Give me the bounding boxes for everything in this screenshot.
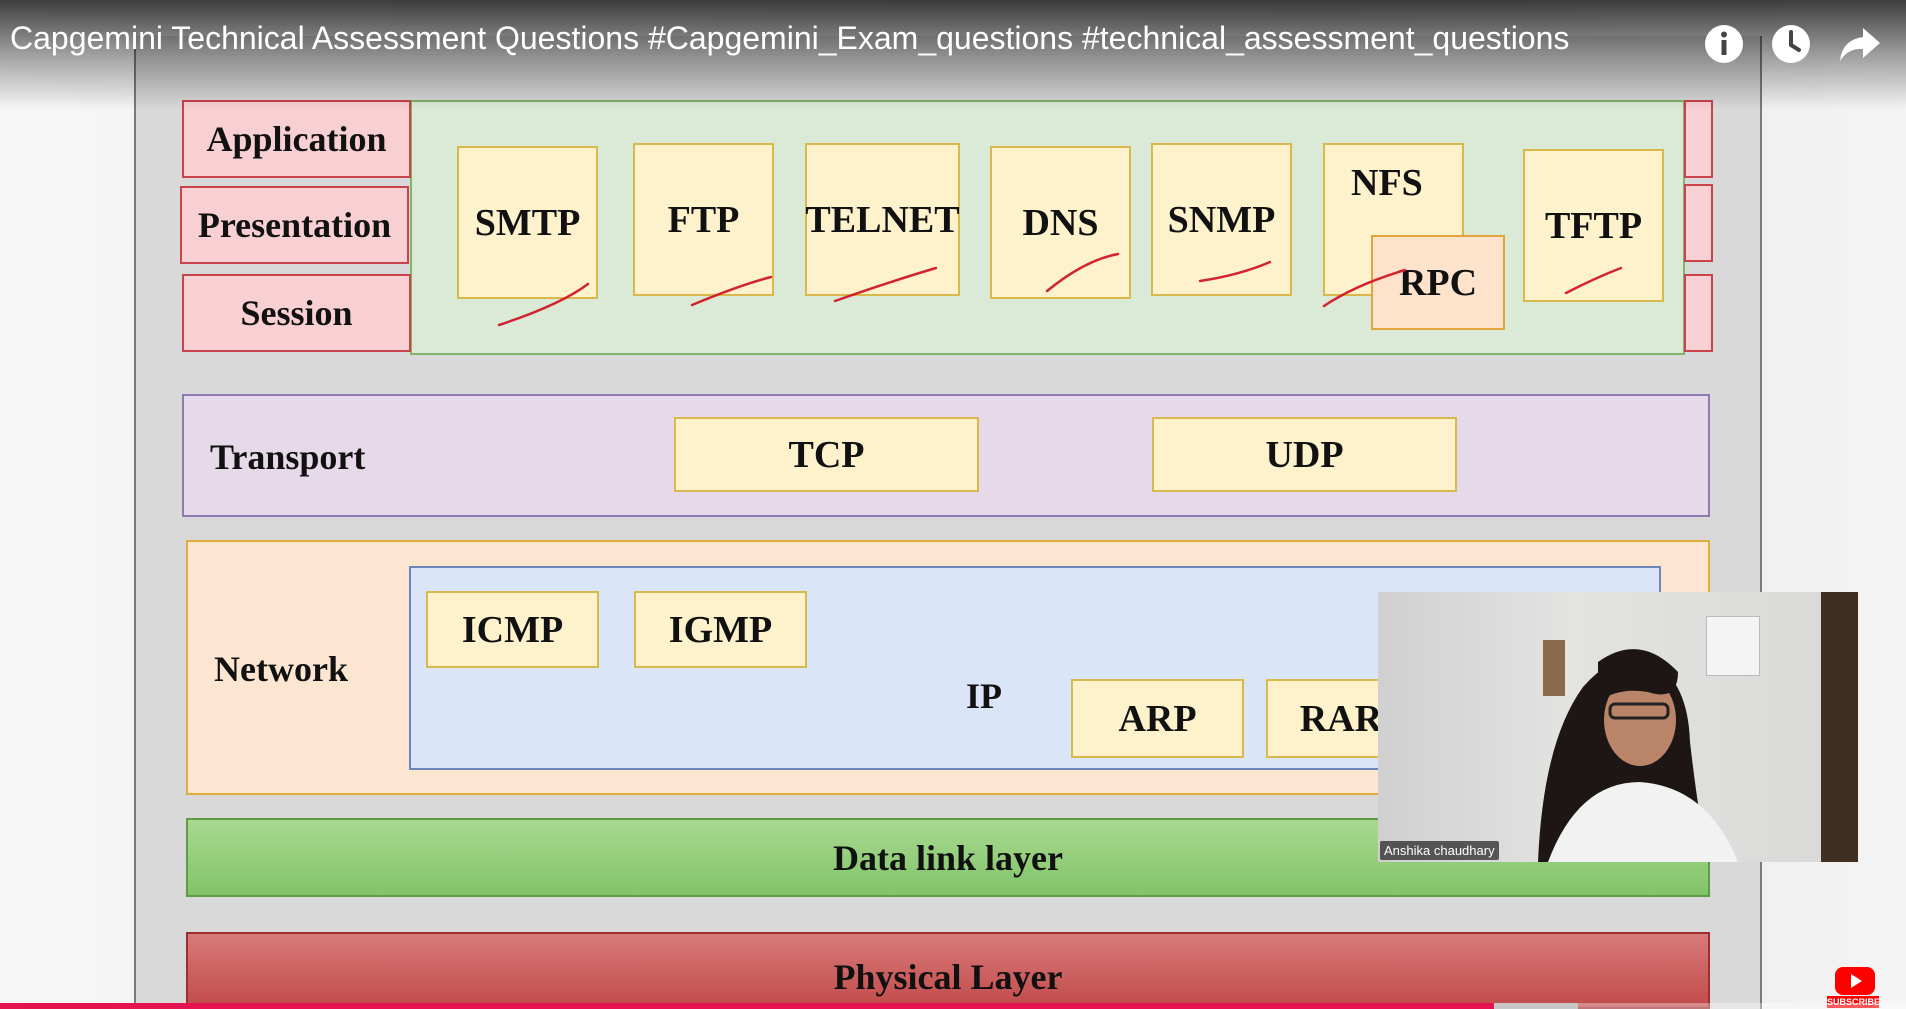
watch-later-button[interactable] [1767, 20, 1815, 68]
protocol-dns: DNS [990, 146, 1131, 299]
protocol-nfs-label: NFS [1351, 162, 1423, 204]
watch-later-icon [1772, 25, 1810, 63]
protocol-tftp: TFTP [1523, 149, 1664, 302]
layer-session: Session [182, 274, 411, 352]
share-icon [1840, 28, 1880, 61]
layer-network: Network [214, 649, 348, 689]
protocol-icmp: ICMP [426, 591, 599, 668]
layer-application: Application [182, 100, 411, 178]
protocol-ip: IP [966, 676, 1002, 716]
share-button[interactable] [1836, 20, 1884, 68]
protocol-ftp: FTP [633, 143, 774, 296]
youtube-play-icon [1835, 967, 1875, 995]
protocol-rpc: RPC [1371, 235, 1505, 330]
video-title[interactable]: Capgemini Technical Assessment Questions… [10, 20, 1569, 57]
layer-physical: Physical Layer [186, 932, 1710, 1009]
progress-buffer [1494, 1003, 1578, 1009]
layer-transport: Transport [210, 437, 366, 477]
protocol-smtp: SMTP [457, 146, 598, 299]
progress-bar[interactable] [0, 1003, 1906, 1009]
protocol-tcp: TCP [674, 417, 979, 492]
protocol-snmp: SNMP [1151, 143, 1292, 296]
side-tab-2 [1684, 184, 1713, 262]
subscribe-button[interactable]: SUBSCRIBE [1827, 966, 1880, 1008]
protocol-arp: ARP [1071, 679, 1244, 758]
protocol-telnet: TELNET [805, 143, 960, 296]
protocol-udp: UDP [1152, 417, 1457, 492]
layer-presentation: Presentation [180, 186, 409, 264]
side-tab-3 [1684, 274, 1713, 352]
info-icon [1705, 25, 1743, 63]
presenter-figure [1538, 649, 1738, 862]
protocol-igmp: IGMP [634, 591, 807, 668]
presenter-name: Anshika chaudhary [1380, 841, 1499, 860]
side-tab-1 [1684, 100, 1713, 178]
info-button[interactable] [1700, 20, 1748, 68]
progress-played [0, 1003, 1495, 1009]
presenter-webcam: Anshika chaudhary [1378, 592, 1858, 862]
